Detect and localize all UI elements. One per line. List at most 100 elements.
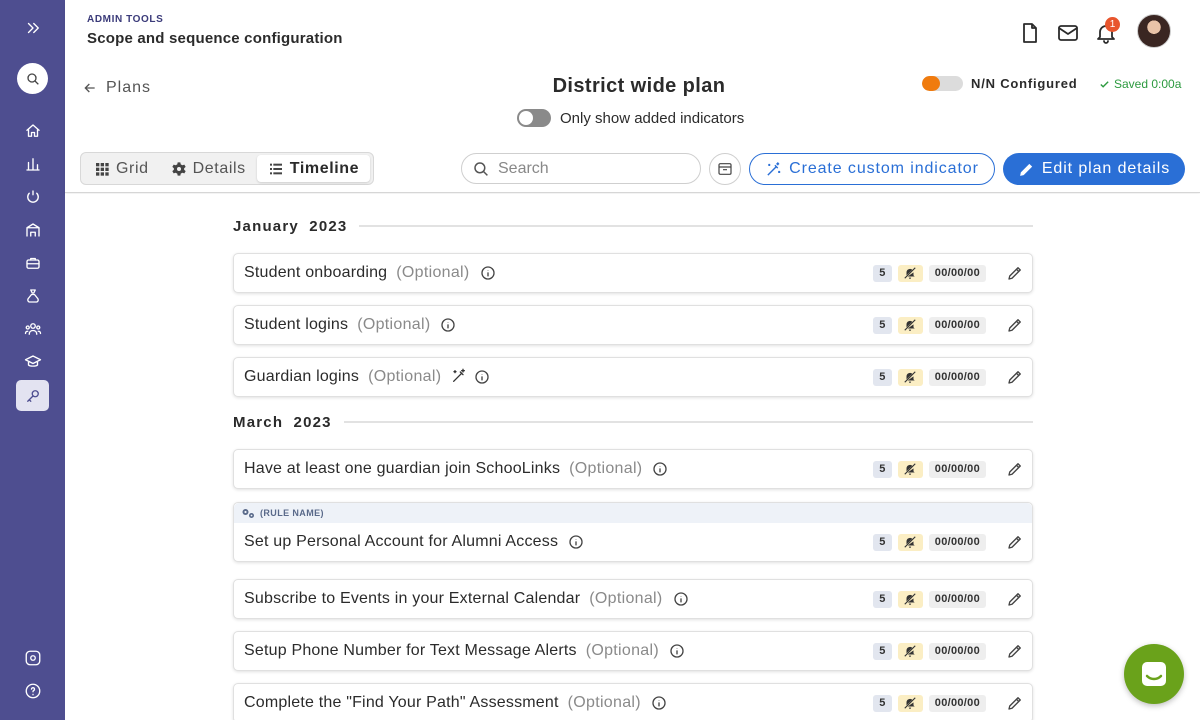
info-button[interactable] xyxy=(652,461,668,477)
optional-label: (Optional) xyxy=(368,368,442,385)
tab-label: Timeline xyxy=(289,159,360,177)
sidebar-item-students[interactable] xyxy=(16,313,49,344)
date-badge: 00/00/00 xyxy=(928,590,986,608)
indicator-name: Student logins xyxy=(244,316,349,333)
global-search-button[interactable] xyxy=(17,63,48,94)
sidebar-item-careers[interactable] xyxy=(16,247,49,278)
configured-label: N/N Configured xyxy=(971,76,1078,91)
indicator-meta: 5 00/00/00 xyxy=(872,450,1024,488)
count-badge: 5 xyxy=(872,590,892,608)
month-header: January 2023 xyxy=(233,216,1033,236)
indicator-row: Complete the "Find Your Path" Assessment… xyxy=(234,684,1032,720)
date-badge: 00/00/00 xyxy=(928,533,986,551)
sidebar-item-home[interactable] xyxy=(16,115,49,146)
sidebar-item-pathways[interactable] xyxy=(16,181,49,212)
date-badge: 00/00/00 xyxy=(928,368,986,386)
indicator-card[interactable]: Setup Phone Number for Text Message Aler… xyxy=(233,631,1033,671)
count-badge: 5 xyxy=(872,368,892,386)
avatar[interactable] xyxy=(1137,14,1171,48)
notifications-off-badge xyxy=(897,460,923,478)
optional-label: (Optional) xyxy=(585,642,659,659)
indicator-name: Have at least one guardian join SchooLin… xyxy=(244,460,561,477)
money-bag-icon xyxy=(26,288,39,303)
bell-off-icon xyxy=(904,463,916,475)
pencil-icon xyxy=(1008,267,1021,280)
sidebar-item-admin-tools[interactable] xyxy=(16,380,49,411)
document-button[interactable] xyxy=(1017,20,1043,46)
view-tabs: Grid Details Timeline xyxy=(80,152,374,185)
edit-indicator-button[interactable] xyxy=(1006,460,1024,478)
info-icon xyxy=(475,370,489,384)
search-icon xyxy=(474,161,488,176)
edit-indicator-button[interactable] xyxy=(1006,590,1024,608)
info-button[interactable] xyxy=(673,591,689,607)
edit-indicator-button[interactable] xyxy=(1006,264,1024,282)
tab-timeline[interactable]: Timeline xyxy=(256,155,371,182)
info-button[interactable] xyxy=(440,317,456,333)
indicator-row: Guardian logins (Optional) 5 00/00/00 xyxy=(234,358,1032,396)
info-icon xyxy=(653,462,668,476)
info-button[interactable] xyxy=(568,534,584,550)
indicator-card[interactable]: Complete the "Find Your Path" Assessment… xyxy=(233,683,1033,720)
messages-button[interactable] xyxy=(1055,20,1081,46)
pencil-icon xyxy=(1008,463,1021,476)
users-icon xyxy=(24,322,41,335)
edit-indicator-button[interactable] xyxy=(1006,533,1024,551)
configured-status: N/N Configured xyxy=(922,76,1078,91)
rule-header: (RULE NAME) xyxy=(234,503,1032,523)
indicator-name: Complete the "Find Your Path" Assessment xyxy=(244,694,559,711)
indicator-row: Setup Phone Number for Text Message Aler… xyxy=(234,632,1032,670)
create-custom-indicator-button[interactable]: Create custom indicator xyxy=(749,153,995,185)
help-chat-button[interactable] xyxy=(1124,644,1184,704)
indicator-card[interactable]: Student logins (Optional) 5 00/00/00 xyxy=(233,305,1033,345)
toggle-label: Only show added indicators xyxy=(560,109,745,127)
indicator-card[interactable]: Have at least one guardian join SchooLin… xyxy=(233,449,1033,489)
edit-indicator-button[interactable] xyxy=(1006,694,1024,712)
divider xyxy=(359,225,1033,227)
count-badge: 5 xyxy=(872,264,892,282)
info-button[interactable] xyxy=(480,265,496,281)
graduation-cap-icon xyxy=(24,354,41,367)
back-to-plans-link[interactable]: Plans xyxy=(82,79,151,97)
pencil-icon xyxy=(1008,697,1021,710)
grid-icon xyxy=(96,162,109,176)
search-input[interactable] xyxy=(498,159,688,178)
pencil-icon xyxy=(1008,319,1021,332)
sidebar-item-settings[interactable] xyxy=(16,642,49,673)
added-indicators-toggle[interactable] xyxy=(517,109,551,127)
indicator-card[interactable]: Subscribe to Events in your External Cal… xyxy=(233,579,1033,619)
info-button[interactable] xyxy=(474,369,490,385)
gear-icon xyxy=(171,161,186,176)
month-label: January 2023 xyxy=(233,217,348,235)
month-label: March 2023 xyxy=(233,413,332,431)
indicator-card[interactable]: Guardian logins (Optional) 5 00/00/00 xyxy=(233,357,1033,397)
settings-icon xyxy=(25,650,40,665)
indicator-card[interactable]: (RULE NAME) Set up Personal Account for A… xyxy=(233,502,1033,562)
edit-indicator-button[interactable] xyxy=(1006,368,1024,386)
magic-wand-icon xyxy=(767,161,781,176)
edit-indicator-button[interactable] xyxy=(1006,642,1024,660)
expand-sidebar-button[interactable] xyxy=(16,12,49,43)
list-icon xyxy=(269,163,282,174)
edit-plan-details-button[interactable]: Edit plan details xyxy=(1003,153,1185,185)
indicator-row: Student logins (Optional) 5 00/00/00 xyxy=(234,306,1032,344)
tab-grid[interactable]: Grid xyxy=(83,155,160,182)
bell-off-icon xyxy=(904,645,916,657)
info-button[interactable] xyxy=(669,643,685,659)
timeline: January 2023 March 2023 Student onboardi… xyxy=(65,194,1200,720)
info-button[interactable] xyxy=(651,695,667,711)
sidebar-item-schools[interactable] xyxy=(16,214,49,245)
indicator-card[interactable]: Student onboarding (Optional) 5 00/00/00 xyxy=(233,253,1033,293)
key-icon xyxy=(26,389,39,402)
sidebar-item-reports[interactable] xyxy=(16,148,49,179)
pencil-icon xyxy=(1008,536,1021,549)
sidebar-item-college[interactable] xyxy=(16,346,49,377)
edit-indicator-button[interactable] xyxy=(1006,316,1024,334)
sidebar-item-help[interactable] xyxy=(16,675,49,706)
optional-label: (Optional) xyxy=(357,316,431,333)
sidebar-item-financial[interactable] xyxy=(16,280,49,311)
tab-details[interactable]: Details xyxy=(160,155,257,182)
indicator-meta: 5 00/00/00 xyxy=(872,523,1024,561)
archive-button[interactable] xyxy=(709,153,741,185)
tab-label: Grid xyxy=(116,159,149,177)
